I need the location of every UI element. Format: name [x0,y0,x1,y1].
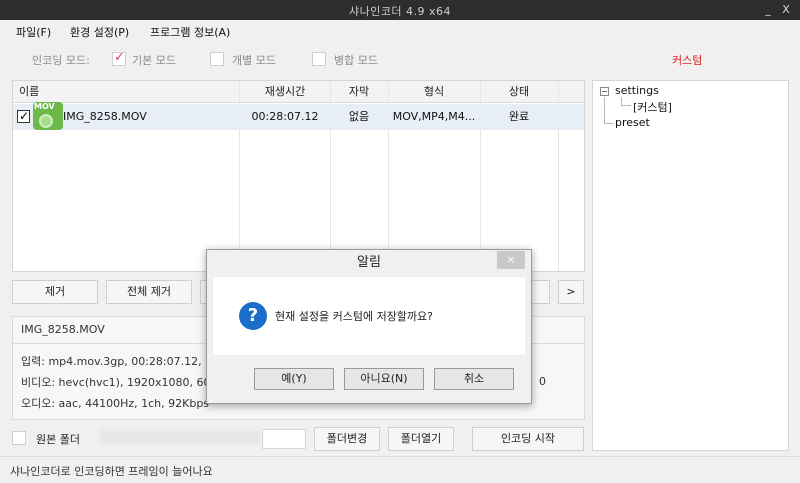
modal-overlay: 알림 × ? 현재 설정을 커스텀에 저장할까요? 예(Y) 아니요(N) 취소 [0,0,800,483]
app-window: 샤나인코더 4.9 x64 _ X 파일(F) 환경 설정(P) 프로그램 정보… [0,0,800,483]
yes-button[interactable]: 예(Y) [254,368,334,390]
question-icon: ? [239,302,267,330]
save-custom-dialog: 알림 × ? 현재 설정을 커스텀에 저장할까요? 예(Y) 아니요(N) 취소 [206,249,532,404]
cancel-button[interactable]: 취소 [434,368,514,390]
dialog-message: 현재 설정을 커스텀에 저장할까요? [275,310,434,323]
dialog-body: ? 현재 설정을 커스텀에 저장할까요? [213,277,525,355]
no-button[interactable]: 아니요(N) [344,368,424,390]
dialog-title: 알림 [207,250,531,276]
dialog-close-button[interactable]: × [497,251,525,269]
